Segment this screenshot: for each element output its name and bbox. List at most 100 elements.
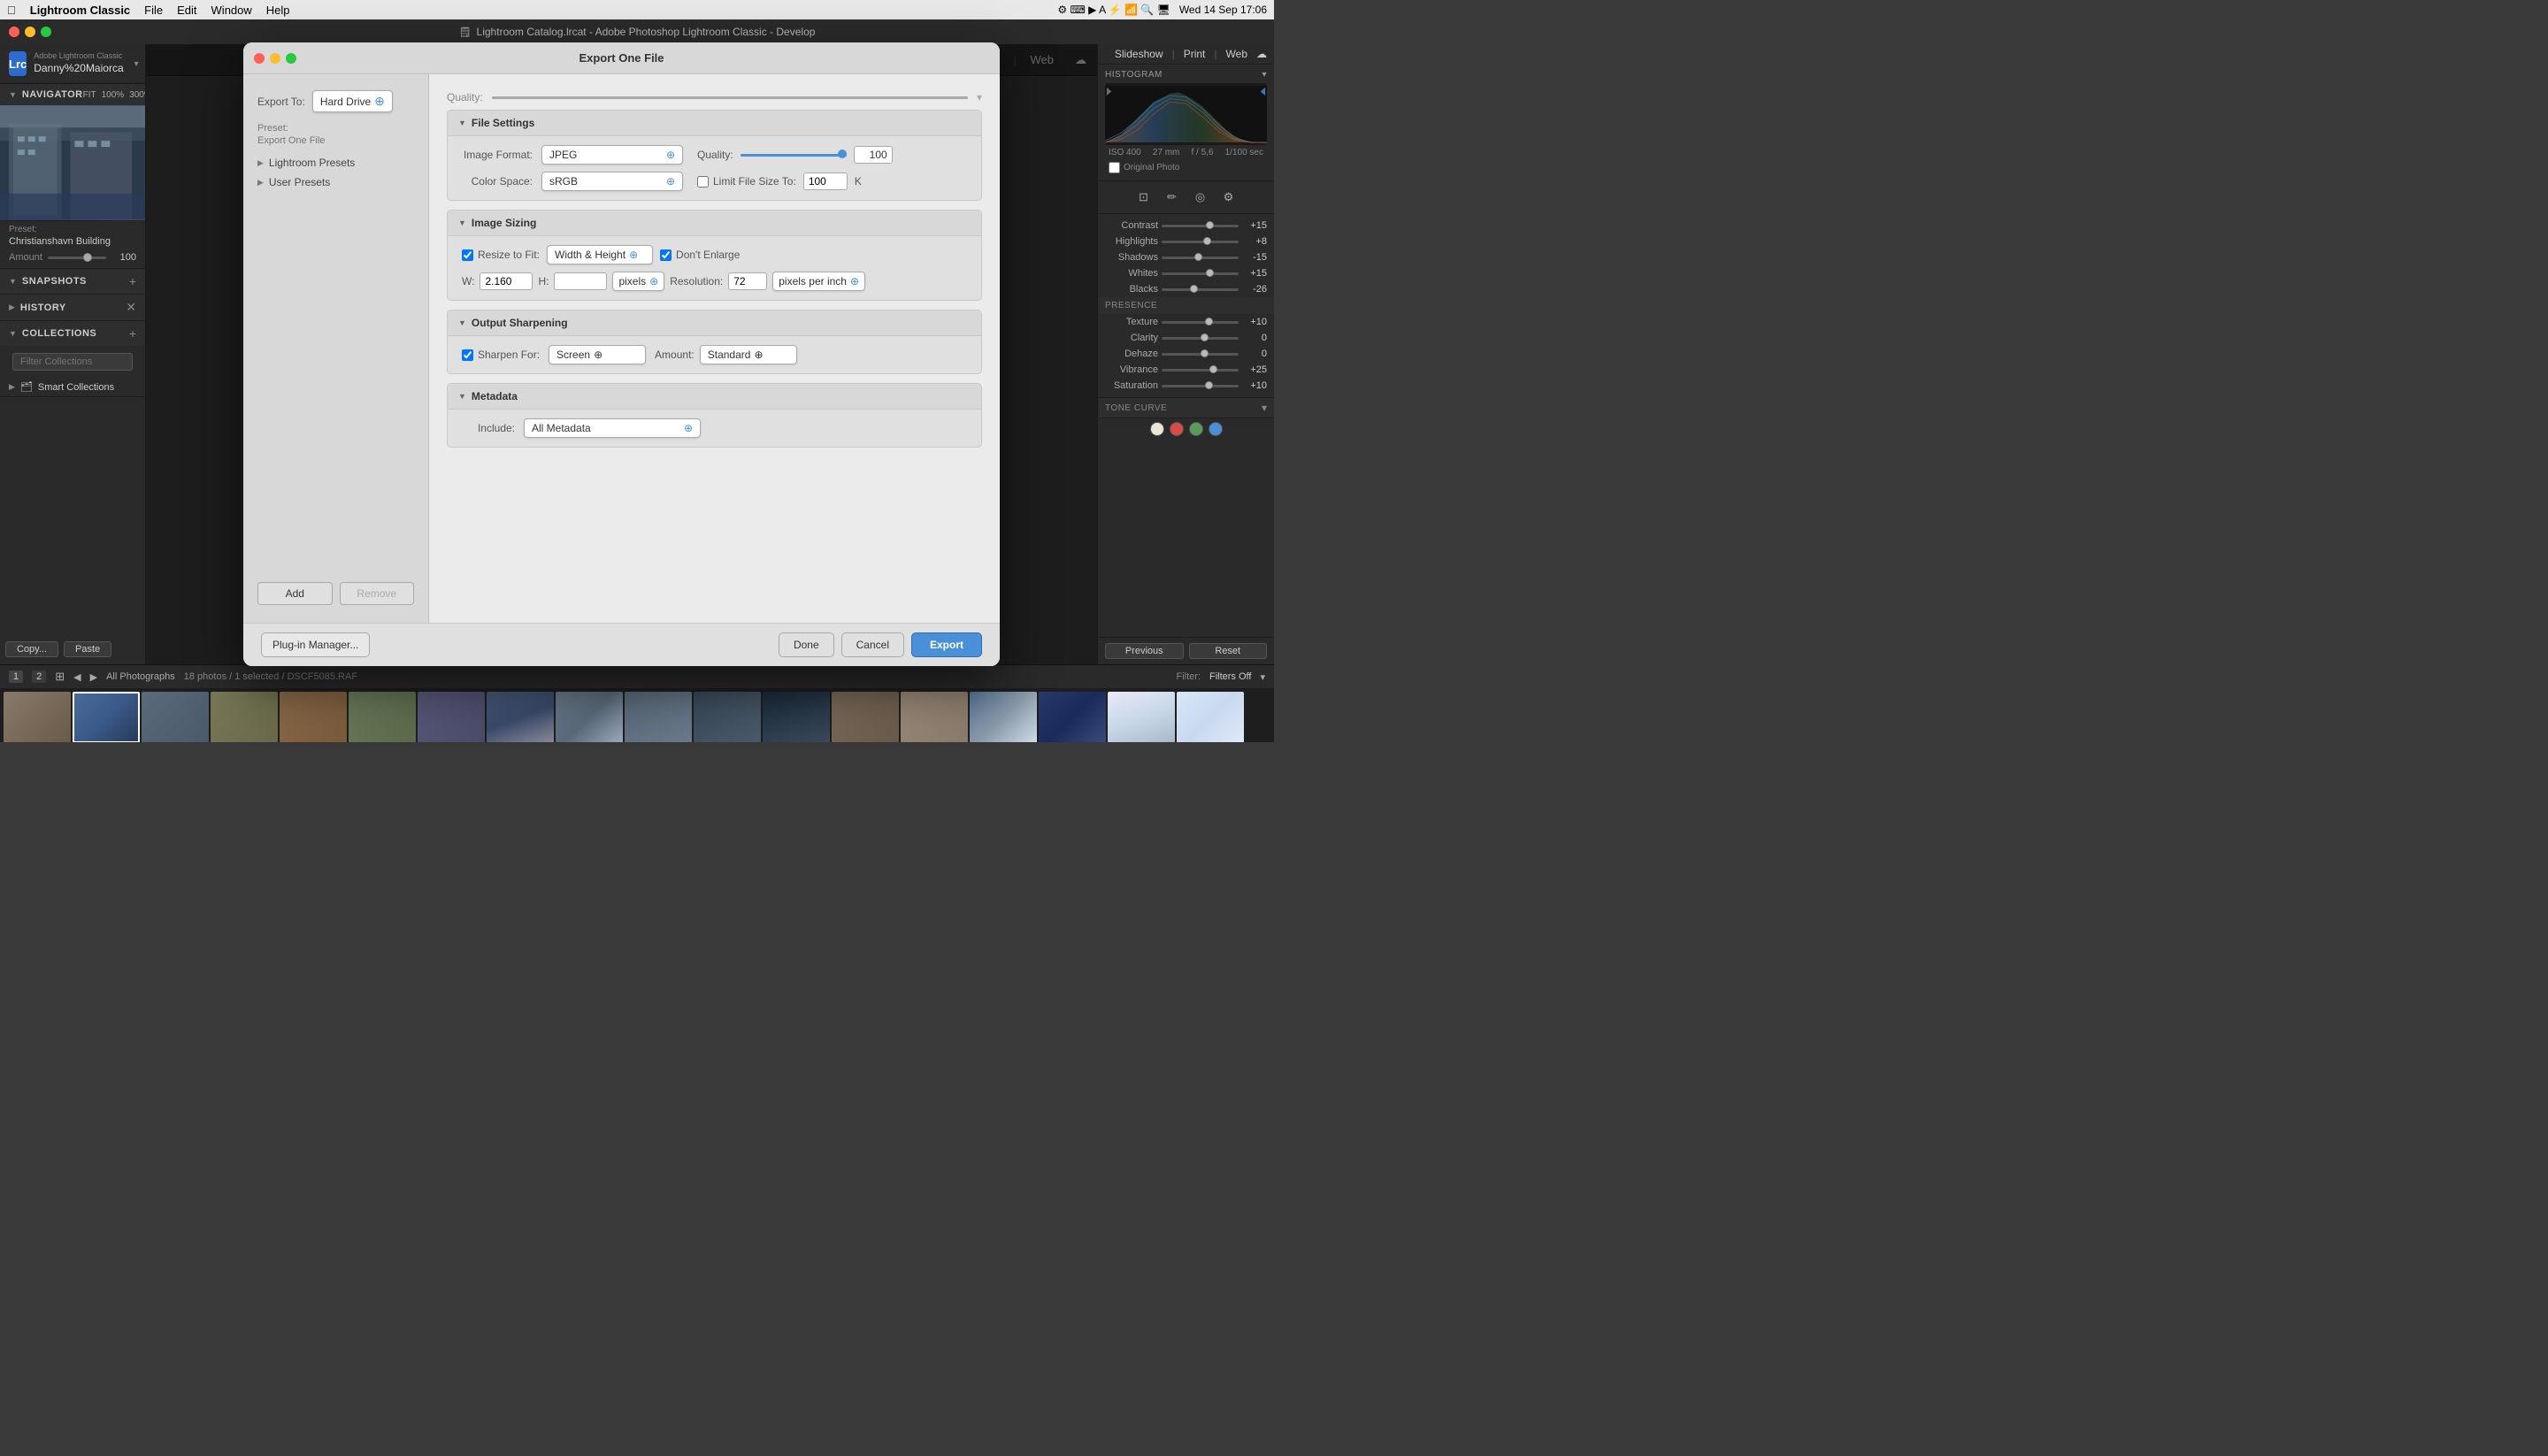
grid-icon[interactable]: ⊞ xyxy=(55,670,65,684)
histogram-expand-icon[interactable]: ▾ xyxy=(1262,70,1267,80)
tc-red-icon[interactable] xyxy=(1170,422,1184,436)
dialog-maximize-button[interactable] xyxy=(286,53,296,64)
w-input[interactable] xyxy=(480,272,533,290)
collections-add[interactable]: + xyxy=(129,326,136,341)
mask-tool[interactable]: ⚙ xyxy=(1218,187,1239,208)
red-eye-tool[interactable]: ◎ xyxy=(1190,187,1211,208)
quality-number-input-field[interactable]: 100 xyxy=(854,146,893,164)
reset-button[interactable]: Reset xyxy=(1189,643,1268,659)
resize-select[interactable]: Width & Height ⊕ xyxy=(547,245,653,264)
heal-tool[interactable]: ✏ xyxy=(1162,187,1183,208)
dialog-close-button[interactable] xyxy=(254,53,265,64)
remove-preset-button[interactable]: Remove xyxy=(340,582,415,605)
tone-curve-expand-icon[interactable]: ▾ xyxy=(1262,402,1267,414)
color-space-select[interactable]: sRGB ⊕ xyxy=(541,172,683,191)
thumb-3[interactable] xyxy=(142,692,209,742)
history-header[interactable]: ▶ History ✕ xyxy=(0,295,145,320)
dont-enlarge-checkbox[interactable] xyxy=(660,249,672,261)
thumb-6[interactable] xyxy=(349,692,416,742)
thumb-13[interactable] xyxy=(832,692,899,742)
amount-slider[interactable] xyxy=(48,257,106,259)
sharpen-amount-select[interactable]: Standard ⊕ xyxy=(700,345,797,364)
thumb-15[interactable] xyxy=(970,692,1037,742)
apple-menu[interactable]:  xyxy=(7,4,16,17)
menu-window[interactable]: Window xyxy=(211,4,252,17)
filter-dropdown-icon[interactable]: ▾ xyxy=(1260,671,1265,683)
menu-edit[interactable]: Edit xyxy=(177,4,196,17)
print-nav[interactable]: Print xyxy=(1184,48,1206,60)
contrast-slider[interactable] xyxy=(1162,225,1239,227)
window-maximize-button[interactable] xyxy=(41,27,51,37)
vibrance-slider[interactable] xyxy=(1162,369,1239,372)
highlights-slider[interactable] xyxy=(1162,241,1239,243)
image-format-select[interactable]: JPEG ⊕ xyxy=(541,145,683,165)
plugin-manager-button[interactable]: Plug-in Manager... xyxy=(261,632,370,657)
quality-track[interactable] xyxy=(741,154,847,157)
thumb-5[interactable] xyxy=(280,692,347,742)
history-close[interactable]: ✕ xyxy=(126,300,136,315)
limit-file-size-checkbox[interactable] xyxy=(697,176,709,188)
crop-tool[interactable]: ⊡ xyxy=(1133,187,1155,208)
sidebar-lightroom-presets[interactable]: ▶ Lightroom Presets xyxy=(243,153,428,172)
done-button[interactable]: Done xyxy=(779,632,834,657)
nav-fit[interactable]: FIT xyxy=(83,90,96,100)
thumb-4[interactable] xyxy=(211,692,278,742)
next-arrow-icon[interactable]: ▶ xyxy=(90,671,97,683)
cloud-nav-icon[interactable]: ☁ xyxy=(1256,48,1267,60)
web-nav[interactable]: Web xyxy=(1226,48,1247,60)
tc-green-icon[interactable] xyxy=(1189,422,1203,436)
include-select[interactable]: All Metadata ⊕ xyxy=(524,418,701,438)
thumb-14[interactable] xyxy=(901,692,968,742)
original-photo-checkbox[interactable] xyxy=(1109,162,1120,173)
dialog-window-controls[interactable] xyxy=(254,53,296,64)
output-sharpening-title-bar[interactable]: ▼ Output Sharpening xyxy=(448,310,981,336)
unit-select[interactable]: pixels ⊕ xyxy=(612,272,664,291)
tc-blue-icon[interactable] xyxy=(1209,422,1223,436)
thumb-16[interactable] xyxy=(1039,692,1106,742)
collections-header[interactable]: ▼ Collections + xyxy=(0,321,145,346)
h-input[interactable] xyxy=(554,272,607,290)
thumb-8[interactable] xyxy=(487,692,554,742)
smart-collections-row[interactable]: ▶ 🗂 Smart Collections xyxy=(0,378,145,396)
sharpen-for-checkbox[interactable] xyxy=(462,349,473,361)
file-size-input-field[interactable] xyxy=(803,172,848,190)
dialog-minimize-button[interactable] xyxy=(270,53,280,64)
quality-slider-container[interactable] xyxy=(492,90,968,104)
clarity-slider[interactable] xyxy=(1162,337,1239,340)
file-settings-title-bar[interactable]: ▼ File Settings xyxy=(448,111,981,136)
nav-100[interactable]: 100% xyxy=(102,90,125,100)
window-controls[interactable] xyxy=(9,27,51,37)
saturation-slider[interactable] xyxy=(1162,385,1239,387)
add-preset-button[interactable]: Add xyxy=(257,582,333,605)
resolution-input-field[interactable] xyxy=(728,272,767,290)
thumb-1[interactable] xyxy=(4,692,71,742)
tc-lum-icon[interactable] xyxy=(1150,422,1164,436)
whites-slider[interactable] xyxy=(1162,272,1239,275)
texture-slider[interactable] xyxy=(1162,321,1239,324)
snapshots-add[interactable]: + xyxy=(129,274,136,288)
window-minimize-button[interactable] xyxy=(25,27,35,37)
snapshots-header[interactable]: ▼ Snapshots + xyxy=(0,269,145,294)
collections-filter-input[interactable] xyxy=(12,353,133,371)
filmstrip-num2[interactable]: 2 xyxy=(32,671,46,683)
resolution-unit-select[interactable]: pixels per inch ⊕ xyxy=(772,272,865,291)
shadows-slider[interactable] xyxy=(1162,257,1239,259)
filmstrip-num1[interactable]: 1 xyxy=(9,671,23,683)
thumb-10[interactable] xyxy=(625,692,692,742)
thumb-7[interactable] xyxy=(418,692,485,742)
copy-button[interactable]: Copy... xyxy=(5,641,58,657)
export-button[interactable]: Export xyxy=(911,632,982,657)
user-dropdown-icon[interactable]: ▾ xyxy=(134,59,139,69)
menu-file[interactable]: File xyxy=(144,4,163,17)
export-to-select[interactable]: Hard Drive ⊕ xyxy=(312,90,393,112)
image-sizing-title-bar[interactable]: ▼ Image Sizing xyxy=(448,211,981,236)
cancel-button[interactable]: Cancel xyxy=(841,632,904,657)
nav-300[interactable]: 300% xyxy=(129,90,146,100)
window-close-button[interactable] xyxy=(9,27,19,37)
thumb-18[interactable] xyxy=(1177,692,1244,742)
dehaze-slider[interactable] xyxy=(1162,353,1239,356)
navigator-header[interactable]: ▼ Navigator FIT 100% 300% xyxy=(0,84,145,105)
slideshow-nav[interactable]: Slideshow xyxy=(1115,48,1163,60)
prev-arrow-icon[interactable]: ◀ xyxy=(73,671,81,683)
sharpen-for-select[interactable]: Screen ⊕ xyxy=(549,345,646,364)
